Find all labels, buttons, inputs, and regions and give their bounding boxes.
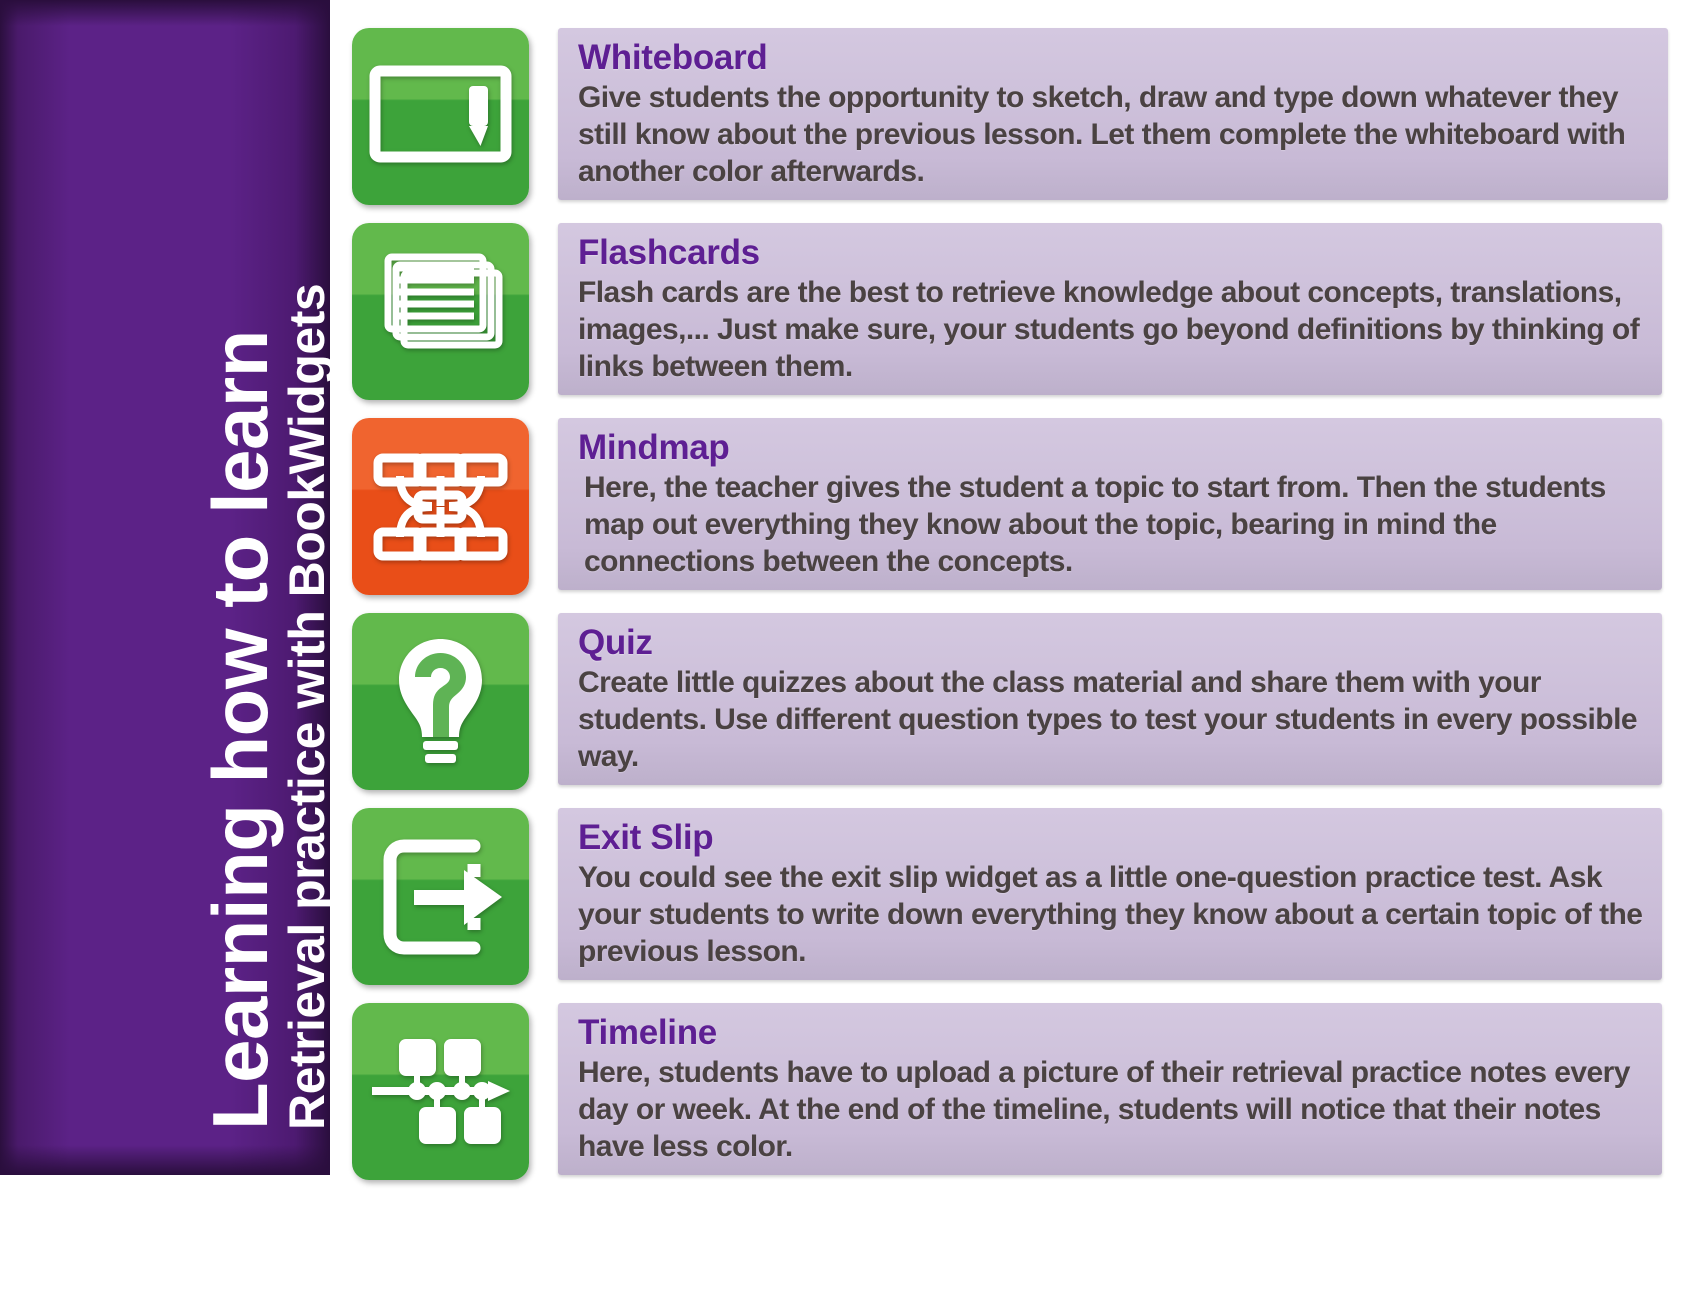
widget-description-panel: Exit Slip You could see the exit slip wi… — [558, 808, 1662, 981]
widget-title: Whiteboard — [578, 38, 768, 77]
widget-title: Flashcards — [578, 233, 760, 272]
exit-slip-icon[interactable] — [352, 808, 529, 985]
list-item-mindmap: Mindmap Here, the teacher gives the stud… — [352, 418, 1662, 595]
title-sidebar: Learning how to learn Retrieval practice… — [0, 0, 330, 1175]
widget-description-panel: Timeline Here, students have to upload a… — [558, 1003, 1662, 1176]
mindmap-icon[interactable] — [352, 418, 529, 595]
widget-description-panel: Quiz Create little quizzes about the cla… — [558, 613, 1662, 786]
sidebar-text-wrap: Learning how to learn Retrieval practice… — [0, 0, 330, 1175]
widget-list: Whiteboard Give students the opportunity… — [352, 28, 1668, 1198]
flashcards-icon[interactable] — [352, 223, 529, 400]
widget-description-panel: Flashcards Flash cards are the best to r… — [558, 223, 1662, 396]
list-item-exit-slip: Exit Slip You could see the exit slip wi… — [352, 808, 1662, 985]
widget-description-panel: Mindmap Here, the teacher gives the stud… — [558, 418, 1662, 591]
widget-body: Here, the teacher gives the student a to… — [584, 470, 1606, 579]
widget-body: Create little quizzes about the class ma… — [578, 665, 1638, 774]
widget-body: Give students the opportunity to sketch,… — [578, 80, 1626, 189]
list-item-whiteboard: Whiteboard Give students the opportunity… — [352, 28, 1668, 205]
widget-body: You could see the exit slip widget as a … — [578, 860, 1643, 969]
list-item-quiz: Quiz Create little quizzes about the cla… — [352, 613, 1662, 790]
widget-title: Exit Slip — [578, 818, 714, 857]
page-subtitle: Retrieval practice with BookWidgets — [279, 283, 330, 1130]
widget-description-panel: Whiteboard Give students the opportunity… — [558, 28, 1668, 201]
list-item-timeline: Timeline Here, students have to upload a… — [352, 1003, 1662, 1180]
list-item-flashcards: Flashcards Flash cards are the best to r… — [352, 223, 1662, 400]
widget-body: Here, students have to upload a picture … — [578, 1055, 1630, 1164]
timeline-icon[interactable] — [352, 1003, 529, 1180]
widget-body: Flash cards are the best to retrieve kno… — [578, 275, 1640, 384]
widget-title: Timeline — [578, 1013, 717, 1052]
quiz-lightbulb-icon[interactable] — [352, 613, 529, 790]
widget-title: Mindmap — [578, 428, 730, 467]
page-title: Learning how to learn — [196, 330, 284, 1130]
widget-title: Quiz — [578, 623, 653, 662]
whiteboard-icon[interactable] — [352, 28, 529, 205]
